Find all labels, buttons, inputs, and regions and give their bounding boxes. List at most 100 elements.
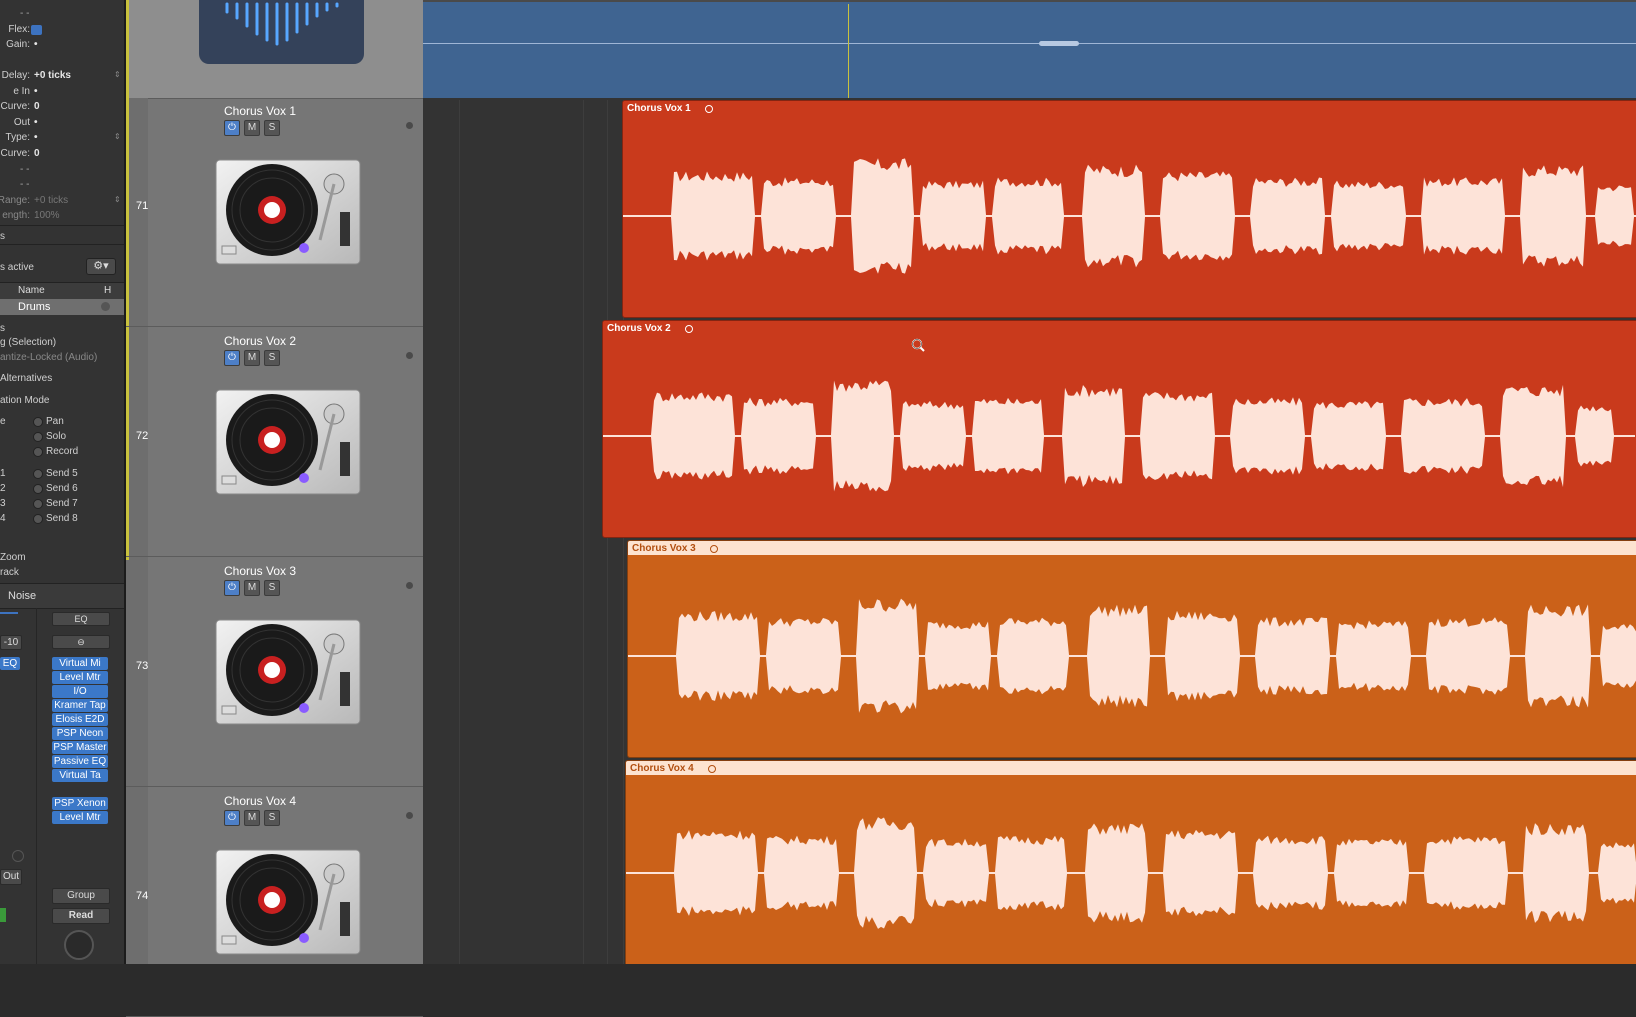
checkbox[interactable] bbox=[33, 432, 43, 442]
hide-toggle[interactable] bbox=[101, 302, 110, 311]
stepper-icon[interactable]: ⇕ bbox=[114, 195, 121, 204]
region-header[interactable] bbox=[603, 321, 1636, 335]
level-indicator bbox=[0, 612, 18, 614]
record-dot[interactable] bbox=[406, 812, 413, 819]
plugin-slot[interactable]: I/O bbox=[52, 685, 108, 698]
mute-button[interactable]: M bbox=[244, 350, 260, 366]
section-label: s bbox=[0, 323, 5, 334]
checkbox[interactable] bbox=[33, 417, 43, 427]
region-header[interactable] bbox=[623, 101, 1636, 115]
waveform bbox=[626, 817, 1636, 929]
group-row-drums[interactable]: Drums bbox=[0, 299, 126, 315]
solo-button[interactable]: S bbox=[264, 350, 280, 366]
group-button[interactable]: Group bbox=[52, 888, 110, 904]
plugin-slot[interactable]: PSP Master bbox=[52, 741, 108, 754]
audio-region[interactable]: Chorus Vox 2 bbox=[602, 320, 1636, 538]
divider bbox=[0, 225, 126, 226]
check-label: Record bbox=[46, 446, 79, 457]
check-left-label: 1 bbox=[0, 468, 6, 479]
region-header[interactable] bbox=[626, 761, 1636, 775]
mute-button[interactable]: M bbox=[244, 580, 260, 596]
pan-knob[interactable] bbox=[64, 930, 94, 960]
send-slot[interactable]: Level Mtr bbox=[52, 811, 108, 824]
track-name[interactable]: Chorus Vox 2 bbox=[224, 334, 296, 348]
waveform bbox=[603, 380, 1635, 492]
zoom-option[interactable]: Zoom bbox=[0, 552, 26, 563]
checkbox[interactable] bbox=[33, 469, 43, 479]
check-label: Solo bbox=[46, 431, 67, 442]
top-region[interactable] bbox=[423, 0, 1636, 98]
record-dot[interactable] bbox=[406, 352, 413, 359]
track-header[interactable]: 72 Chorus Vox 2 ⏻ M S bbox=[126, 328, 423, 557]
track-name[interactable]: Chorus Vox 3 bbox=[224, 564, 296, 578]
loop-icon[interactable] bbox=[685, 325, 693, 333]
gear-icon[interactable]: ⚙▾ bbox=[86, 258, 116, 275]
plugin-slot[interactable]: Virtual Ta bbox=[52, 769, 108, 782]
circle-indicator bbox=[12, 850, 24, 862]
plugin-slot[interactable]: Kramer Tap bbox=[52, 699, 108, 712]
stepper-icon[interactable]: ⇕ bbox=[114, 70, 121, 79]
track-number: 74 bbox=[136, 890, 149, 902]
read-automation-button[interactable]: Read bbox=[52, 908, 110, 924]
checkbox[interactable] bbox=[33, 484, 43, 494]
audio-region[interactable]: Chorus Vox 3 bbox=[627, 540, 1636, 758]
power-icon[interactable]: ⏻ bbox=[224, 120, 240, 136]
checkbox[interactable] bbox=[33, 514, 43, 524]
checkbox[interactable] bbox=[33, 447, 43, 457]
output-slot[interactable]: Out bbox=[0, 869, 22, 885]
plugin-slot[interactable]: Virtual Mi bbox=[52, 657, 108, 670]
track-header[interactable]: 74 Chorus Vox 4 ⏻ M S bbox=[126, 788, 423, 1017]
checkbox[interactable] bbox=[33, 499, 43, 509]
check-label: Pan bbox=[46, 416, 64, 427]
record-dot[interactable] bbox=[406, 122, 413, 129]
alternatives-option[interactable]: Alternatives bbox=[0, 373, 52, 384]
audio-region[interactable]: Chorus Vox 4 bbox=[625, 760, 1636, 964]
region-name: Chorus Vox 1 bbox=[627, 103, 691, 114]
mute-button[interactable]: M bbox=[244, 120, 260, 136]
check-label: Send 7 bbox=[46, 498, 78, 509]
flex-toggle[interactable] bbox=[31, 25, 42, 35]
strip-divider bbox=[36, 608, 37, 964]
solo-button[interactable]: S bbox=[264, 580, 280, 596]
check-left-label: e bbox=[0, 416, 6, 427]
groups-active-label: s active bbox=[0, 262, 34, 273]
cursor-line bbox=[848, 4, 849, 98]
audio-region[interactable]: Chorus Vox 1 bbox=[622, 100, 1636, 318]
loop-icon[interactable] bbox=[708, 765, 716, 773]
waveform bbox=[623, 158, 1636, 274]
power-icon[interactable]: ⏻ bbox=[224, 810, 240, 826]
solo-button[interactable]: S bbox=[264, 120, 280, 136]
stepper-icon[interactable]: ⇕ bbox=[114, 132, 121, 141]
send-slot[interactable]: PSP Xenon bbox=[52, 797, 108, 810]
region-header[interactable] bbox=[628, 541, 1636, 555]
track-header[interactable]: 73 Chorus Vox 3 ⏻ M S bbox=[126, 558, 423, 787]
plugin-slot[interactable]: Level Mtr bbox=[52, 671, 108, 684]
arrange-area[interactable]: Chorus Vox 1 Chorus Vox 2 Chorus Vox 3 C… bbox=[423, 0, 1636, 964]
mute-button[interactable]: M bbox=[244, 810, 260, 826]
editing-selection-option[interactable]: g (Selection) bbox=[0, 337, 56, 348]
gridline bbox=[583, 100, 584, 964]
track-header[interactable]: 71 Chorus Vox 1 ⏻ M S bbox=[126, 98, 423, 327]
quantize-locked-option[interactable]: antize-Locked (Audio) bbox=[0, 352, 97, 363]
loop-icon[interactable] bbox=[705, 105, 713, 113]
track-option[interactable]: rack bbox=[0, 567, 19, 578]
power-icon[interactable]: ⏻ bbox=[224, 350, 240, 366]
plugin-slot[interactable]: Passive EQ bbox=[52, 755, 108, 768]
plugin-slot[interactable]: PSP Neon H bbox=[52, 727, 108, 740]
automation-mode-option[interactable]: ation Mode bbox=[0, 395, 49, 406]
left-eq-slot[interactable]: EQ bbox=[0, 657, 20, 670]
track-name[interactable]: Chorus Vox 4 bbox=[224, 794, 296, 808]
eq-display[interactable]: EQ bbox=[52, 612, 110, 626]
gain-value[interactable]: -10 bbox=[0, 635, 22, 650]
turntable-icon bbox=[212, 846, 364, 958]
loop-icon[interactable] bbox=[710, 545, 718, 553]
link-icon[interactable]: ⊖ bbox=[52, 635, 110, 649]
power-icon[interactable]: ⏻ bbox=[224, 580, 240, 596]
record-dot[interactable] bbox=[406, 582, 413, 589]
track-headers: 71 Chorus Vox 1 ⏻ M S 72 Chorus Vox 2 ⏻ … bbox=[126, 0, 423, 1017]
track-name[interactable]: Chorus Vox 1 bbox=[224, 104, 296, 118]
plugin-slot[interactable]: Elosis E2D bbox=[52, 713, 108, 726]
solo-button[interactable]: S bbox=[264, 810, 280, 826]
check-label: Send 8 bbox=[46, 513, 78, 524]
status-green bbox=[0, 908, 6, 922]
